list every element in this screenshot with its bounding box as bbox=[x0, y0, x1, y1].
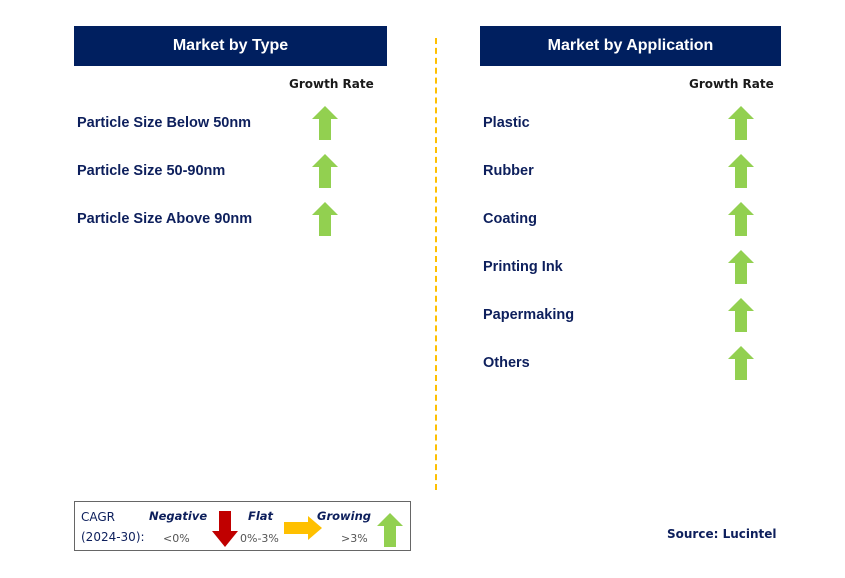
row-label: Rubber bbox=[483, 163, 534, 179]
up-arrow-icon bbox=[312, 106, 338, 140]
up-arrow-icon bbox=[728, 250, 754, 284]
row-label: Others bbox=[483, 355, 530, 371]
legend-cagr-label: CAGR bbox=[81, 510, 116, 524]
down-arrow-icon bbox=[212, 511, 238, 547]
market-by-application-header: Market by Application bbox=[480, 26, 781, 66]
legend-negative-label: Negative bbox=[149, 509, 208, 523]
row-label: Coating bbox=[483, 211, 537, 227]
up-arrow-icon bbox=[728, 346, 754, 380]
up-arrow-icon bbox=[312, 154, 338, 188]
up-arrow-icon bbox=[728, 298, 754, 332]
legend-growing-range: >3% bbox=[341, 532, 368, 545]
application-growth-rate-label: Growth Rate bbox=[689, 77, 774, 91]
legend-flat-label: Flat bbox=[248, 509, 274, 523]
up-arrow-icon bbox=[377, 513, 403, 547]
row-label: Particle Size 50-90nm bbox=[77, 163, 226, 179]
legend-cagr-period: (2024-30): bbox=[81, 530, 145, 544]
up-arrow-icon bbox=[312, 202, 338, 236]
panel-divider bbox=[435, 38, 437, 490]
row-label: Printing Ink bbox=[483, 259, 563, 275]
cagr-legend: CAGR (2024-30): Negative <0% Flat 0%-3% … bbox=[74, 501, 411, 551]
source-credit: Source: Lucintel bbox=[667, 527, 777, 541]
market-by-type-header: Market by Type bbox=[74, 26, 387, 66]
legend-negative-range: <0% bbox=[163, 532, 190, 545]
row-label: Particle Size Below 50nm bbox=[77, 115, 252, 131]
market-by-application-title: Market by Application bbox=[547, 37, 714, 54]
row-label: Plastic bbox=[483, 115, 530, 131]
row-label: Particle Size Above 90nm bbox=[77, 211, 253, 227]
legend-flat-range: 0%-3% bbox=[240, 532, 279, 545]
up-arrow-icon bbox=[728, 154, 754, 188]
row-label: Papermaking bbox=[483, 307, 575, 323]
type-growth-rate-label: Growth Rate bbox=[289, 77, 374, 91]
legend-growing-label: Growing bbox=[317, 509, 371, 523]
market-by-type-title: Market by Type bbox=[172, 37, 289, 54]
up-arrow-icon bbox=[728, 106, 754, 140]
up-arrow-icon bbox=[728, 202, 754, 236]
